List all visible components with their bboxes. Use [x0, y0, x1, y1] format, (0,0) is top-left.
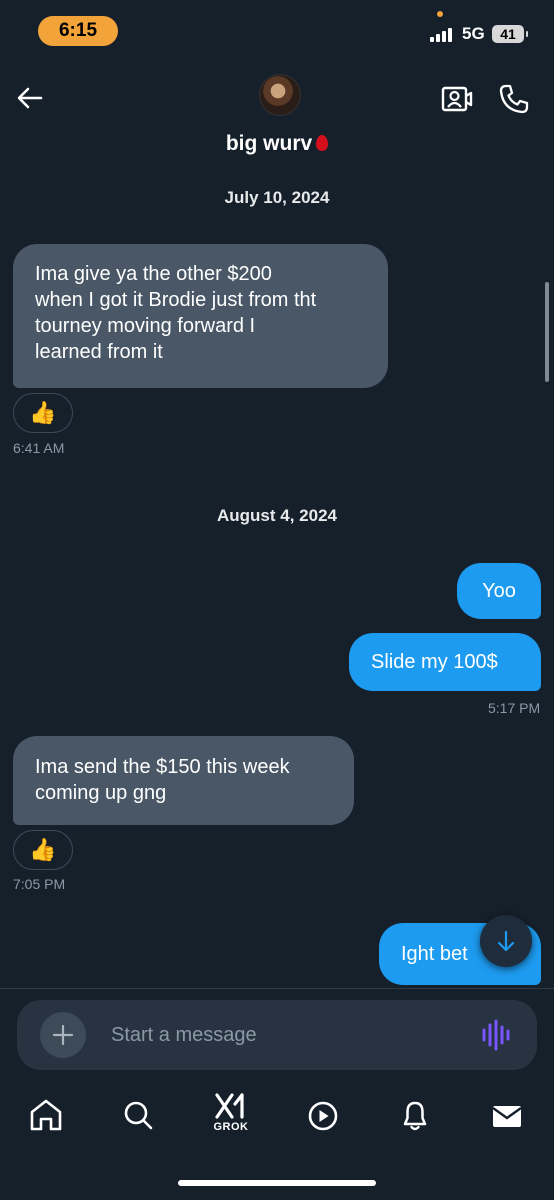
phone-icon: [499, 84, 529, 114]
message-bubble-incoming[interactable]: Ima give ya the other $200 when I got it…: [13, 244, 388, 388]
message-line: coming up gng: [35, 782, 167, 804]
battery-icon: 41: [492, 25, 528, 43]
message-bubble-incoming[interactable]: Ima send the $150 this week coming up gn…: [13, 736, 354, 825]
tab-videos[interactable]: [300, 1090, 346, 1140]
voice-call-button[interactable]: [497, 82, 531, 116]
privacy-indicator-dot: [437, 11, 443, 17]
date-separator: July 10, 2024: [224, 188, 330, 207]
home-indicator[interactable]: [178, 1180, 376, 1186]
video-call-button[interactable]: [440, 82, 474, 116]
bottom-navigation: GROK: [0, 1090, 554, 1150]
tab-messages[interactable]: [484, 1090, 530, 1140]
message-line: tourney moving forward I: [35, 315, 256, 337]
arrow-left-icon: [17, 87, 43, 109]
date-separator: August 4, 2024: [217, 506, 337, 525]
tab-grok[interactable]: GROK: [208, 1090, 254, 1140]
grok-icon: [215, 1093, 244, 1119]
message-line: Ima send the $150 this week: [35, 756, 290, 778]
signal-icon: [430, 28, 456, 42]
message-composer: [17, 1000, 537, 1070]
voice-message-button[interactable]: [481, 1017, 511, 1053]
blood-drop-icon: [316, 135, 329, 151]
message-line: when I got it Brodie just from tht: [35, 289, 317, 311]
message-bubble-outgoing[interactable]: Yoo: [457, 563, 541, 619]
status-time: 6:15: [38, 16, 118, 46]
back-button[interactable]: [14, 82, 46, 114]
message-timestamp: 5:17 PM: [488, 700, 541, 716]
message-bubble-outgoing[interactable]: Slide my 100$: [349, 633, 541, 691]
reaction-thumbs-up[interactable]: 👍: [13, 830, 73, 870]
contact-name: big wurv: [225, 132, 313, 155]
mail-icon: [492, 1106, 522, 1127]
waveform-icon: [482, 1019, 510, 1051]
tab-home[interactable]: [23, 1090, 69, 1140]
grok-label: GROK: [213, 1121, 249, 1133]
status-bar: 6:15 5G 41: [0, 0, 554, 70]
message-timestamp: 7:05 PM: [13, 876, 66, 892]
scroll-to-bottom-button[interactable]: [480, 915, 532, 967]
play-circle-icon: [308, 1101, 338, 1131]
message-line: learned from it: [35, 341, 163, 363]
divider: [0, 988, 554, 989]
tab-notifications[interactable]: [392, 1090, 438, 1140]
add-media-button[interactable]: [40, 1012, 86, 1058]
avatar[interactable]: [259, 74, 301, 116]
plus-icon: [52, 1024, 74, 1046]
reaction-thumbs-up[interactable]: 👍: [13, 393, 73, 433]
network-label: 5G: [462, 24, 485, 43]
message-timestamp: 6:41 AM: [13, 440, 65, 456]
bell-icon: [403, 1101, 427, 1131]
tab-search[interactable]: [115, 1090, 161, 1140]
message-input[interactable]: [111, 1020, 441, 1050]
video-camera-icon: [441, 86, 473, 112]
arrow-down-icon: [497, 930, 515, 952]
search-icon: [124, 1101, 153, 1130]
scrollbar[interactable]: [545, 282, 549, 382]
message-line: Ima give ya the other $200: [35, 263, 272, 285]
contact-name-row[interactable]: big wurv: [0, 132, 554, 156]
home-icon: [30, 1099, 62, 1131]
